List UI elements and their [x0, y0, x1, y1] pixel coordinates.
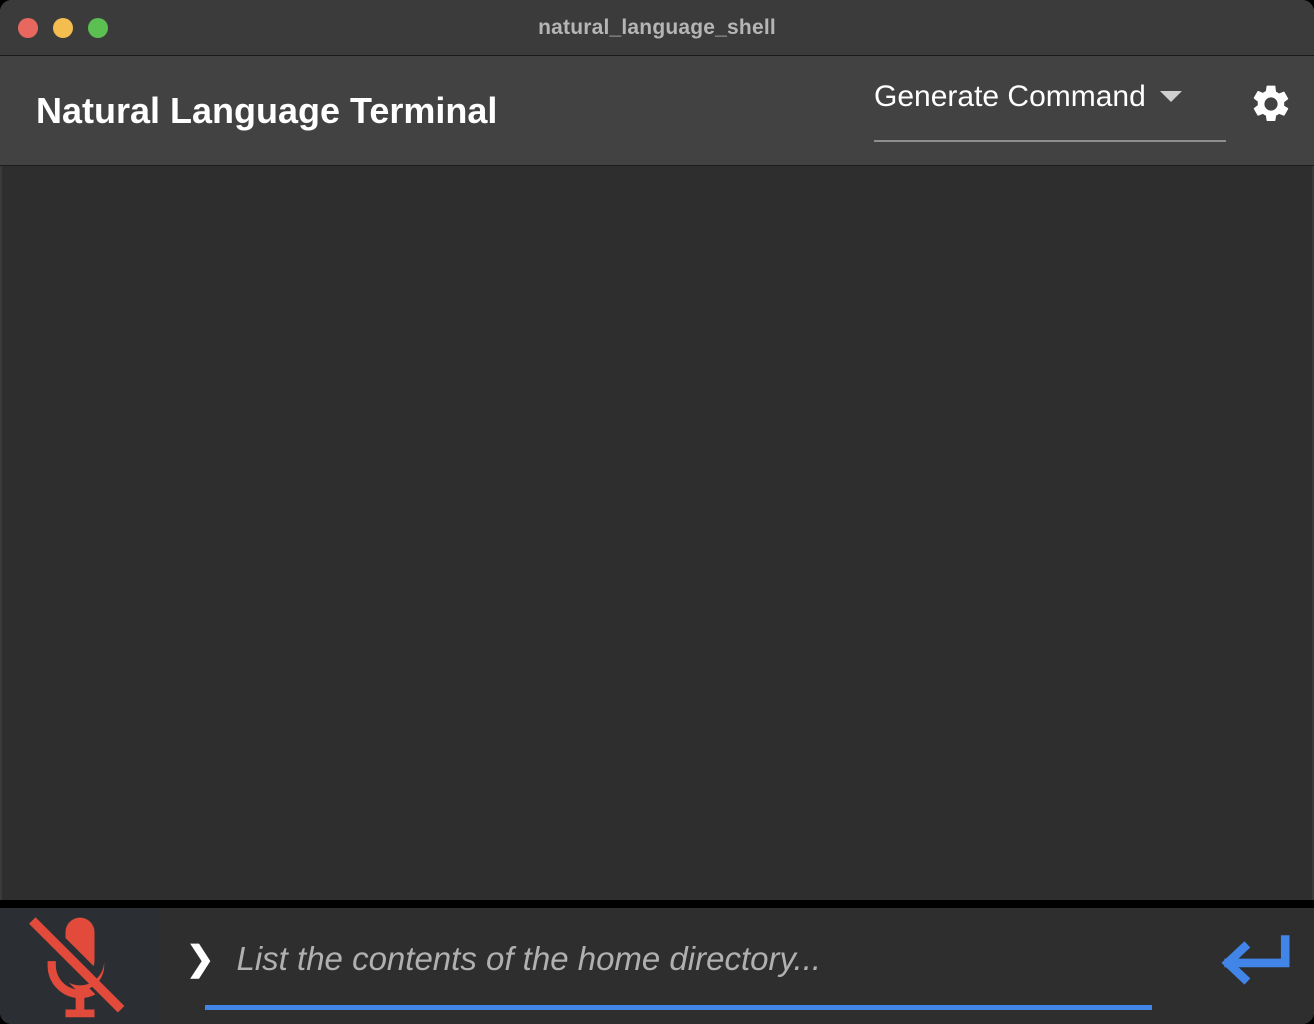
window-titlebar: natural_language_shell — [0, 0, 1314, 56]
natural-language-input[interactable] — [236, 940, 1194, 978]
page-title: Natural Language Terminal — [36, 89, 498, 131]
input-separator — [0, 900, 1314, 908]
window-controls — [18, 17, 108, 38]
microphone-toggle-button[interactable] — [0, 908, 160, 1024]
enter-return-arrow-icon — [1221, 935, 1290, 985]
mode-dropdown-label: Generate Command — [874, 79, 1146, 113]
settings-button[interactable] — [1248, 81, 1294, 127]
command-input-area: ❯ — [160, 908, 1194, 1024]
terminal-output-text — [2, 166, 1312, 186]
zoom-button[interactable] — [88, 17, 108, 38]
mode-dropdown-underline — [874, 139, 1226, 142]
minimize-button[interactable] — [53, 17, 73, 38]
chevron-down-icon — [1159, 91, 1182, 102]
input-underline — [205, 1005, 1152, 1010]
close-button[interactable] — [18, 17, 38, 38]
header-actions: Generate Command — [874, 80, 1294, 142]
app-window: natural_language_shell Natural Language … — [0, 0, 1314, 1024]
submit-command-button[interactable] — [1194, 908, 1314, 1010]
command-input-bar: ❯ — [0, 908, 1314, 1024]
mode-dropdown-row: Generate Command — [874, 80, 1226, 114]
window-title: natural_language_shell — [538, 15, 776, 39]
gear-icon — [1253, 85, 1289, 121]
mode-dropdown[interactable]: Generate Command — [874, 80, 1226, 142]
terminal-output-panel[interactable] — [0, 166, 1314, 900]
app-header: Natural Language Terminal Generate Comma… — [0, 56, 1314, 166]
prompt-chevron-icon: ❯ — [186, 940, 215, 978]
microphone-off-icon — [29, 917, 125, 1018]
